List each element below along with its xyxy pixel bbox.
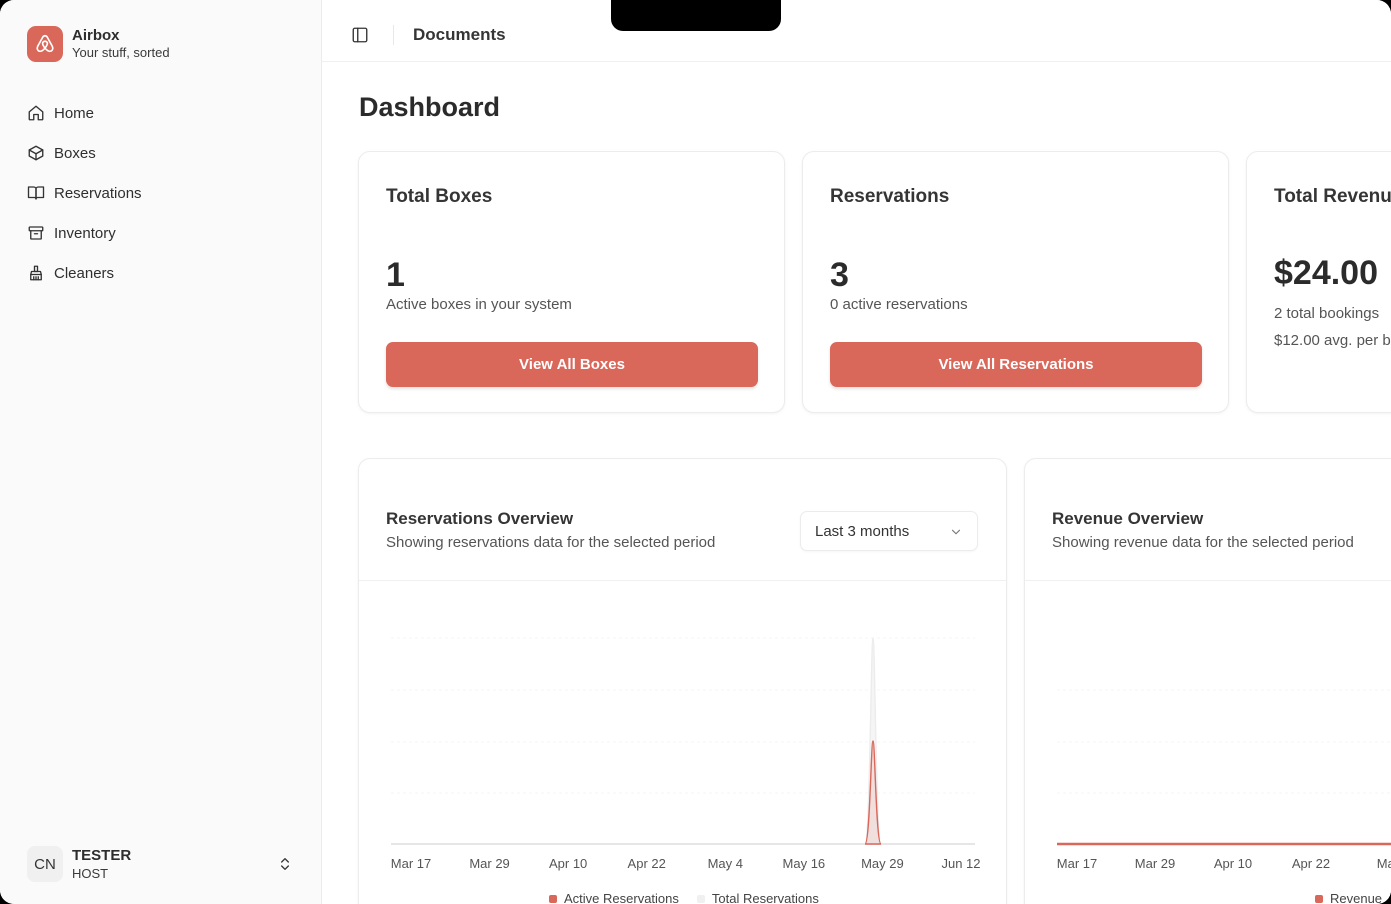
x-tick-label: Apr 10 [549, 856, 587, 871]
legend-label: Revenue [1330, 891, 1383, 904]
x-tick-label: May 16 [783, 856, 826, 871]
sidebar-item-home[interactable]: Home [27, 93, 297, 133]
camera-notch [611, 0, 781, 31]
card-title: Total Revenu [1274, 186, 1391, 207]
sidebar-item-inventory[interactable]: Inventory [27, 213, 297, 253]
total-bookings-text: 2 total bookings [1274, 305, 1380, 322]
avg-per-booking-text: $12.00 avg. per b [1274, 332, 1391, 349]
card-value: $24.00 [1274, 254, 1378, 292]
card-title: Reservations Overview [386, 509, 574, 528]
legend-item: Active Reservations [549, 891, 679, 904]
user-menu[interactable]: CN TESTER HOST [27, 846, 297, 883]
total-revenue-card: Total Revenu $24.00 2 total bookings $12… [1246, 151, 1391, 413]
chevrons-up-down-icon[interactable] [277, 856, 293, 872]
box-icon [28, 145, 44, 161]
topbar-divider [393, 25, 394, 45]
revenue-chart: Mar 17 Mar 29 Apr 10 Apr 22 May [1057, 689, 1391, 871]
sidebar-item-label: Cleaners [54, 264, 115, 282]
total-boxes-card: Total Boxes 1 Active boxes in your syste… [358, 151, 785, 413]
legend-label: Total Reservations [711, 891, 819, 904]
sidebar-item-label: Home [54, 104, 95, 122]
card-subtitle: Active boxes in your system [386, 296, 572, 313]
legend-item: Total Reservations [696, 891, 819, 904]
chart-legend: Active Reservations Total Reservations [549, 891, 837, 904]
broom-icon [30, 265, 42, 281]
view-all-reservations-button[interactable]: View All Reservations [830, 342, 1202, 387]
brand-tagline: Your stuff, sorted [72, 45, 170, 61]
range-select[interactable]: Last 3 months [800, 511, 978, 551]
airbnb-logo-icon [27, 26, 63, 62]
x-tick-label: Mar 17 [391, 856, 431, 871]
topbar: Documents [322, 0, 1391, 62]
page-title: Dashboard [359, 92, 501, 122]
breadcrumb: Documents [413, 25, 506, 44]
sidebar-nav: Home Boxes Reservations Inventory Cleane… [27, 93, 297, 293]
x-tick-label: Apr 10 [1214, 856, 1252, 871]
sidebar: Airbox Your stuff, sorted Home Boxes Res… [0, 0, 321, 904]
sidebar-item-reservations[interactable]: Reservations [27, 173, 297, 213]
legend-swatch [1315, 894, 1323, 903]
reservations-chart: Mar 17 Mar 29 Apr 10 Apr 22 May 4 May 16 May 2… [391, 637, 981, 871]
x-tick-label: Jun 12 [941, 856, 980, 871]
sidebar-toggle-icon[interactable] [351, 26, 369, 44]
card-value: 1 [386, 256, 405, 294]
x-tick-label: Apr 22 [1292, 856, 1330, 871]
user-name: TESTER [72, 847, 132, 864]
x-tick-label: May [1377, 856, 1391, 871]
x-tick-label: May 29 [861, 856, 904, 871]
legend-swatch [549, 894, 557, 903]
home-icon [28, 105, 44, 121]
brand[interactable]: Airbox Your stuff, sorted [27, 26, 170, 62]
sidebar-item-label: Boxes [54, 144, 96, 162]
legend-label: Active Reservations [564, 891, 679, 904]
book-icon [27, 186, 45, 200]
card-value: 3 [830, 256, 849, 294]
x-tick-label: Apr 22 [628, 856, 666, 871]
sidebar-item-cleaners[interactable]: Cleaners [27, 253, 297, 293]
x-tick-label: Mar 17 [1057, 856, 1097, 871]
sidebar-item-boxes[interactable]: Boxes [27, 133, 297, 173]
card-title: Total Boxes [386, 186, 493, 207]
x-tick-label: Mar 29 [469, 856, 509, 871]
x-tick-label: May 4 [708, 856, 743, 871]
reservations-card: Reservations 3 0 active reservations Vie… [802, 151, 1229, 413]
sidebar-item-label: Reservations [54, 184, 142, 202]
app-window: Airbox Your stuff, sorted Home Boxes Res… [0, 0, 1391, 904]
range-select-value: Last 3 months [815, 522, 910, 540]
user-role: HOST [72, 865, 109, 881]
sidebar-item-label: Inventory [54, 224, 116, 242]
view-all-boxes-button[interactable]: View All Boxes [386, 342, 758, 387]
avatar: CN [27, 846, 63, 883]
card-subtitle: 0 active reservations [830, 296, 968, 313]
x-tick-label: Mar 29 [1135, 856, 1175, 871]
main-content: Documents Dashboard Total Boxes 1 Active… [321, 0, 1391, 904]
card-title: Revenue Overview [1052, 509, 1204, 528]
card-subtitle: Showing reservations data for the select… [386, 534, 716, 551]
revenue-overview-card: Revenue Overview Showing revenue data fo… [1024, 458, 1391, 904]
legend-swatch [696, 894, 705, 903]
card-title: Reservations [830, 186, 950, 207]
reservations-overview-card: Reservations Overview Showing reservatio… [358, 458, 1007, 904]
brand-name: Airbox [72, 26, 120, 44]
legend-item: Revenue [1315, 891, 1382, 904]
archive-icon [28, 226, 44, 240]
chart-legend: Revenue [1315, 891, 1391, 904]
card-subtitle: Showing revenue data for the selected pe… [1052, 534, 1354, 551]
chevron-down-icon [951, 529, 961, 535]
